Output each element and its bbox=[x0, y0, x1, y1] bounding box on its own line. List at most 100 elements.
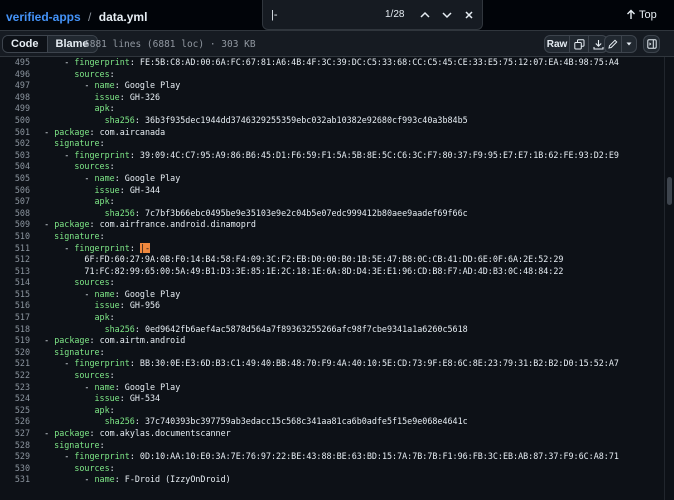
line-number[interactable]: 531 bbox=[0, 474, 30, 486]
line-number[interactable]: 518 bbox=[0, 324, 30, 336]
line-content: 71:FC:82:99:65:00:5A:49:B1:D3:3E:85:1E:2… bbox=[34, 266, 563, 278]
line-number[interactable]: 496 bbox=[0, 69, 30, 81]
yaml-key: sources bbox=[74, 462, 110, 473]
line-number[interactable]: 495 bbox=[0, 57, 30, 69]
line-number[interactable]: 524 bbox=[0, 393, 30, 405]
line-number[interactable]: 507 bbox=[0, 196, 30, 208]
line-number[interactable]: 503 bbox=[0, 150, 30, 162]
line-number[interactable]: 519 bbox=[0, 335, 30, 347]
line-number[interactable]: 499 bbox=[0, 103, 30, 115]
find-close-button[interactable] bbox=[461, 7, 477, 23]
line-content: issue: GH-534 bbox=[34, 393, 161, 405]
yaml-key: apk bbox=[94, 196, 110, 207]
symbols-panel-button[interactable] bbox=[644, 36, 659, 52]
edit-dropdown-button[interactable] bbox=[621, 36, 636, 52]
line-number[interactable]: 520 bbox=[0, 347, 30, 359]
code-line: 518 sha256: 0ed9642fb6aef4ac5878d564a7f8… bbox=[0, 324, 664, 336]
yaml-key: sha256 bbox=[104, 323, 135, 334]
key-separator: : bbox=[109, 312, 115, 323]
line-number[interactable]: 526 bbox=[0, 416, 30, 428]
code-scrollbar[interactable] bbox=[664, 57, 674, 500]
line-number[interactable]: 530 bbox=[0, 463, 30, 475]
breadcrumb-file-name: data.yml bbox=[98, 10, 148, 24]
find-previous-button[interactable] bbox=[417, 7, 433, 23]
find-input[interactable]: |- bbox=[271, 9, 278, 21]
line-number[interactable]: 523 bbox=[0, 382, 30, 394]
line-number[interactable]: 504 bbox=[0, 161, 30, 173]
line-number[interactable]: 505 bbox=[0, 173, 30, 185]
line-number[interactable]: 516 bbox=[0, 300, 30, 312]
list-dash: - bbox=[84, 474, 95, 485]
yaml-value: GH-534 bbox=[129, 393, 161, 404]
find-next-button[interactable] bbox=[439, 7, 455, 23]
line-number[interactable]: 527 bbox=[0, 428, 30, 440]
line-number[interactable]: 502 bbox=[0, 138, 30, 150]
line-number[interactable]: 522 bbox=[0, 370, 30, 382]
yaml-value: Google Play bbox=[124, 288, 181, 299]
raw-button[interactable]: Raw bbox=[545, 36, 569, 52]
line-number[interactable]: 508 bbox=[0, 208, 30, 220]
code-line: 528 signature: bbox=[0, 440, 664, 452]
yaml-key: sha256 bbox=[104, 416, 135, 427]
line-number[interactable]: 525 bbox=[0, 405, 30, 417]
line-number[interactable]: 511 bbox=[0, 243, 30, 255]
code-line: 531 - name: F-Droid (IzzyOnDroid) bbox=[0, 474, 664, 486]
list-dash: - bbox=[64, 57, 75, 67]
line-content: - fingerprint: 0D:10:AA:10:E0:3A:7E:76:9… bbox=[34, 451, 619, 463]
key-separator: : bbox=[119, 184, 130, 195]
edit-actions-group bbox=[604, 35, 637, 53]
line-content: - name: Google Play bbox=[34, 173, 180, 185]
line-number[interactable]: 500 bbox=[0, 115, 30, 127]
yaml-key: signature bbox=[54, 138, 100, 149]
code-view-button[interactable]: Code bbox=[3, 36, 48, 52]
line-number[interactable]: 498 bbox=[0, 92, 30, 104]
edit-file-button[interactable] bbox=[605, 36, 621, 52]
code-viewer[interactable]: 495 - fingerprint: FE:5B:C8:AD:00:6A:FC:… bbox=[0, 57, 664, 500]
line-content: - fingerprint: FE:5B:C8:AD:00:6A:FC:67:8… bbox=[34, 57, 619, 69]
line-content: - fingerprint: BB:30:0E:E3:6D:B3:C1:49:4… bbox=[34, 358, 619, 370]
code-line: 498 issue: GH-326 bbox=[0, 92, 664, 104]
copy-raw-button[interactable] bbox=[569, 36, 588, 52]
key-separator: : bbox=[89, 219, 100, 230]
key-separator: : bbox=[119, 300, 130, 311]
line-content: - name: Google Play bbox=[34, 289, 180, 301]
line-number[interactable]: 521 bbox=[0, 358, 30, 370]
line-number[interactable]: 506 bbox=[0, 185, 30, 197]
line-number[interactable]: 501 bbox=[0, 127, 30, 139]
line-number[interactable]: 509 bbox=[0, 219, 30, 231]
yaml-value: GH-956 bbox=[129, 300, 161, 311]
line-number[interactable]: 510 bbox=[0, 231, 30, 243]
line-content: sha256: 36b3f935dec1944dd3746329255359eb… bbox=[34, 115, 468, 127]
line-number[interactable]: 512 bbox=[0, 254, 30, 266]
triangle-down-icon bbox=[626, 42, 632, 46]
key-separator: : bbox=[129, 358, 140, 369]
yaml-key: sources bbox=[74, 277, 110, 288]
key-separator: : bbox=[109, 103, 115, 114]
line-number[interactable]: 497 bbox=[0, 80, 30, 92]
line-number[interactable]: 514 bbox=[0, 277, 30, 289]
code-line: 496 sources: bbox=[0, 69, 664, 81]
yaml-value: 0ed9642fb6aef4ac5878d564a7f89363255266af… bbox=[144, 323, 468, 334]
line-number[interactable]: 513 bbox=[0, 266, 30, 278]
back-to-top-button[interactable]: Top bbox=[626, 9, 657, 21]
breadcrumb-repo-link[interactable]: verified-apps bbox=[6, 10, 81, 24]
key-separator: : bbox=[129, 451, 140, 462]
line-number[interactable]: 528 bbox=[0, 440, 30, 452]
scrollbar-thumb[interactable] bbox=[667, 177, 672, 205]
yaml-key: name bbox=[94, 172, 115, 183]
line-content: sources: bbox=[34, 462, 114, 475]
yaml-key: sha256 bbox=[104, 114, 135, 125]
line-number[interactable]: 517 bbox=[0, 312, 30, 324]
code-line: 517 apk: bbox=[0, 312, 664, 324]
line-number[interactable]: 515 bbox=[0, 289, 30, 301]
key-separator: : bbox=[134, 114, 145, 125]
line-number[interactable]: 529 bbox=[0, 451, 30, 463]
